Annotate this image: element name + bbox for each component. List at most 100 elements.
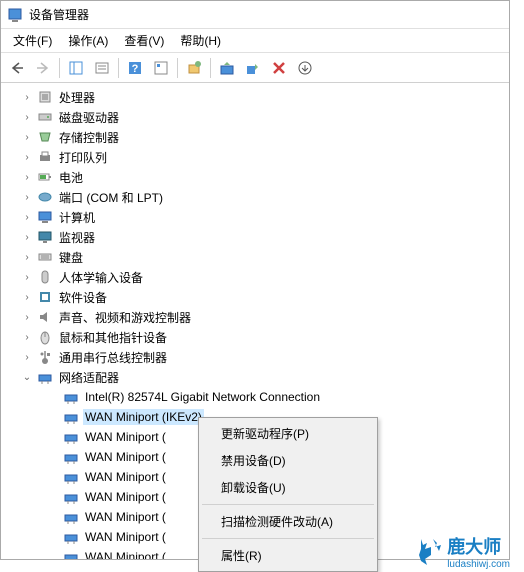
- network-adapter-icon: [63, 529, 79, 545]
- mouse-icon: [37, 329, 53, 345]
- down-button[interactable]: [293, 56, 317, 80]
- tree-label: WAN Miniport (IKEv2): [83, 409, 204, 425]
- disable-button[interactable]: [241, 56, 265, 80]
- tree-item[interactable]: › 通用串行总线控制器: [1, 347, 509, 367]
- back-button[interactable]: [5, 56, 29, 80]
- audio-icon: [37, 309, 53, 325]
- tree-item[interactable]: › 监视器: [1, 227, 509, 247]
- tree-item[interactable]: › 计算机: [1, 207, 509, 227]
- scan-button[interactable]: [182, 56, 206, 80]
- tree-label: 网络适配器: [57, 368, 121, 387]
- expand-icon[interactable]: ›: [21, 292, 33, 303]
- show-hide-button[interactable]: [64, 56, 88, 80]
- tree-label: 端口 (COM 和 LPT): [57, 188, 165, 207]
- tree-label: WAN Miniport (: [83, 549, 168, 559]
- cm-separator: [202, 504, 374, 505]
- deer-icon: [415, 537, 447, 567]
- tree-label: 监视器: [57, 228, 97, 247]
- network-adapter-icon: [63, 389, 79, 405]
- tree-item[interactable]: ›存储控制器: [1, 127, 509, 147]
- tree-item[interactable]: ›声音、视频和游戏控制器: [1, 307, 509, 327]
- expand-icon[interactable]: ›: [21, 152, 33, 163]
- expand-icon[interactable]: ›: [21, 252, 33, 263]
- expand-icon[interactable]: ›: [21, 352, 33, 363]
- expand-icon[interactable]: ›: [21, 212, 33, 223]
- separator: [59, 58, 60, 78]
- usb-icon: [37, 349, 53, 365]
- hid-icon: [37, 269, 53, 285]
- disk-icon: [37, 109, 53, 125]
- network-adapter-icon: [63, 469, 79, 485]
- tree-item[interactable]: ›打印队列: [1, 147, 509, 167]
- tree-label: Intel(R) 82574L Gigabit Network Connecti…: [83, 389, 322, 405]
- update-driver-button[interactable]: [215, 56, 239, 80]
- watermark-name: 鹿大师: [447, 537, 501, 557]
- help-button[interactable]: ?: [123, 56, 147, 80]
- expand-icon[interactable]: ›: [21, 272, 33, 283]
- separator: [210, 58, 211, 78]
- tree-item[interactable]: ›电池: [1, 167, 509, 187]
- menu-file[interactable]: 文件(F): [5, 30, 60, 51]
- network-adapter-icon: [63, 509, 79, 525]
- watermark: 鹿大师 ludashiwj.com: [415, 533, 510, 570]
- app-icon: [7, 7, 23, 23]
- tree-label: WAN Miniport (: [83, 529, 168, 545]
- tree-item[interactable]: › 磁盘驱动器: [1, 107, 509, 127]
- expand-icon[interactable]: ›: [21, 92, 33, 103]
- cm-update-driver[interactable]: 更新驱动程序(P): [201, 420, 375, 447]
- separator: [118, 58, 119, 78]
- tree-item[interactable]: ›软件设备: [1, 287, 509, 307]
- menu-action[interactable]: 操作(A): [60, 30, 116, 51]
- tree-item[interactable]: ›处理器: [1, 87, 509, 107]
- cm-scan[interactable]: 扫描检测硬件改动(A): [201, 508, 375, 535]
- tree-label: 计算机: [57, 208, 97, 227]
- keyboard-icon: [37, 249, 53, 265]
- network-icon: [37, 369, 53, 385]
- forward-button[interactable]: [31, 56, 55, 80]
- port-icon: [37, 189, 53, 205]
- cm-separator: [202, 538, 374, 539]
- cpu-icon: [37, 89, 53, 105]
- expand-icon[interactable]: ›: [21, 112, 33, 123]
- expand-icon[interactable]: ›: [21, 192, 33, 203]
- context-menu: 更新驱动程序(P) 禁用设备(D) 卸载设备(U) 扫描检测硬件改动(A) 属性…: [198, 417, 378, 572]
- cm-properties[interactable]: 属性(R): [201, 542, 375, 569]
- network-adapter-icon: [63, 449, 79, 465]
- tree-item[interactable]: › 键盘: [1, 247, 509, 267]
- expand-icon[interactable]: ›: [21, 172, 33, 183]
- tree-label: 键盘: [57, 248, 85, 267]
- tree-label: 磁盘驱动器: [57, 108, 121, 127]
- storage-icon: [37, 129, 53, 145]
- watermark-url: ludashiwj.com: [447, 559, 510, 570]
- tree-label: 人体学输入设备: [57, 268, 145, 287]
- uninstall-button[interactable]: [267, 56, 291, 80]
- expand-icon[interactable]: ›: [21, 332, 33, 343]
- titlebar: 设备管理器: [1, 1, 509, 29]
- window-title: 设备管理器: [29, 6, 89, 23]
- expand-icon[interactable]: ›: [21, 312, 33, 323]
- collapse-icon[interactable]: ⌄: [21, 372, 33, 383]
- expand-icon[interactable]: ›: [21, 132, 33, 143]
- network-adapter-icon: [63, 549, 79, 559]
- tree-label: WAN Miniport (: [83, 469, 168, 485]
- menubar: 文件(F) 操作(A) 查看(V) 帮助(H): [1, 29, 509, 53]
- tree-item-adapter[interactable]: Intel(R) 82574L Gigabit Network Connecti…: [1, 387, 509, 407]
- tree-label: WAN Miniport (: [83, 429, 168, 445]
- properties-button[interactable]: [90, 56, 114, 80]
- tree-item-network-adapters[interactable]: ⌄ 网络适配器: [1, 367, 509, 387]
- menu-view[interactable]: 查看(V): [116, 30, 172, 51]
- computer-icon: [37, 209, 53, 225]
- cm-disable[interactable]: 禁用设备(D): [201, 447, 375, 474]
- tree-item[interactable]: ›鼠标和其他指针设备: [1, 327, 509, 347]
- tree-item[interactable]: › 人体学输入设备: [1, 267, 509, 287]
- tree-label: 通用串行总线控制器: [57, 348, 169, 367]
- menu-help[interactable]: 帮助(H): [172, 30, 229, 51]
- cm-uninstall[interactable]: 卸载设备(U): [201, 474, 375, 501]
- expand-icon[interactable]: ›: [21, 232, 33, 243]
- svg-text:?: ?: [132, 63, 139, 75]
- tree-label: WAN Miniport (: [83, 489, 168, 505]
- tree-label: WAN Miniport (: [83, 449, 168, 465]
- action-button[interactable]: [149, 56, 173, 80]
- tree-item[interactable]: › 端口 (COM 和 LPT): [1, 187, 509, 207]
- tree-label: WAN Miniport (: [83, 509, 168, 525]
